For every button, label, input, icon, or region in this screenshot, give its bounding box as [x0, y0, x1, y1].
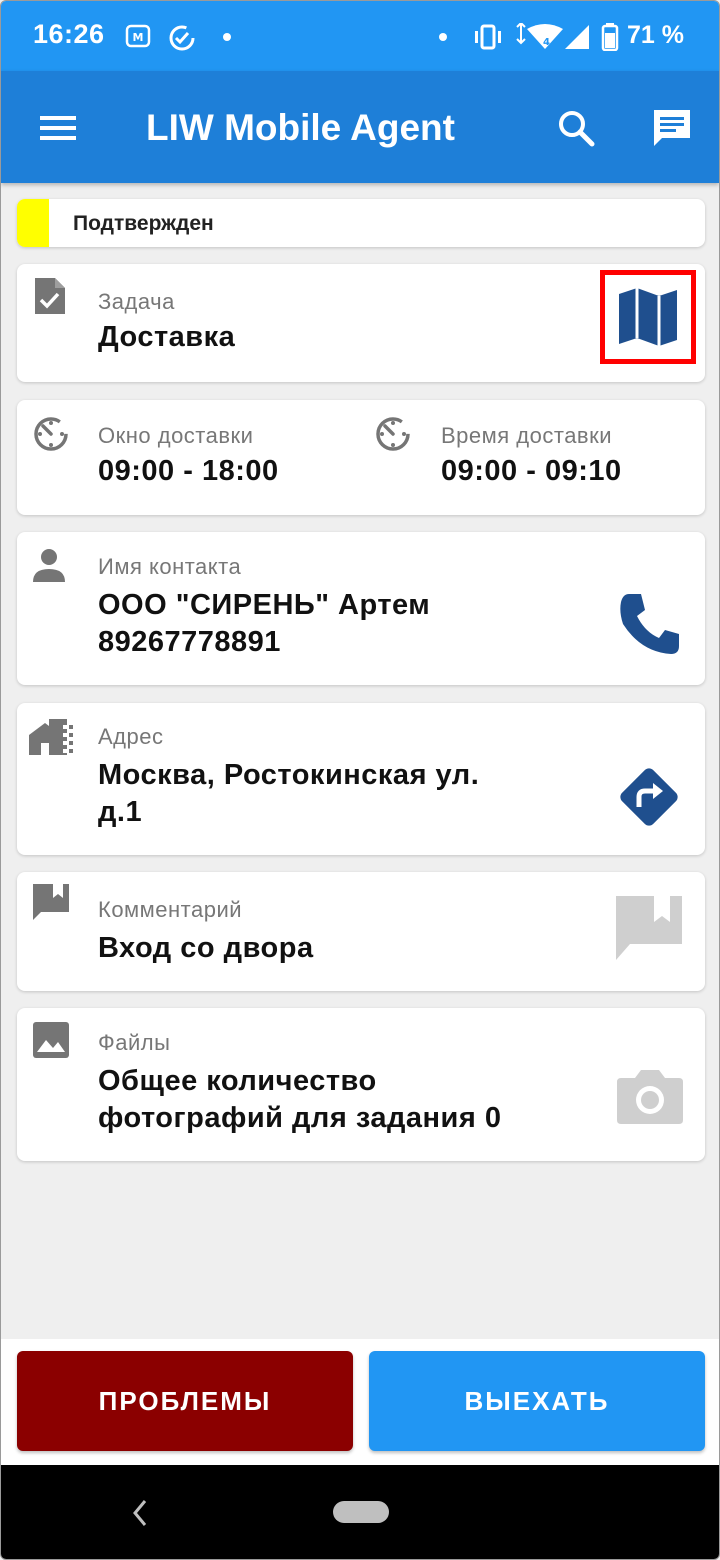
chat-icon: [654, 110, 690, 146]
files-card: Файлы Общее количество фотографий для за…: [17, 1008, 705, 1161]
battery-icon: [601, 23, 619, 51]
timer-icon: [376, 417, 410, 451]
delivery-card: Окно доставки 09:00 - 18:00 Время достав…: [17, 400, 705, 515]
task-card: Задача Доставка: [17, 264, 705, 382]
system-nav-bar: [1, 1465, 719, 1559]
problems-button[interactable]: ПРОБЛЕМЫ: [17, 1351, 353, 1451]
delivery-time-label: Время доставки: [441, 423, 613, 448]
task-label: Задача: [98, 289, 175, 314]
bottom-action-bar: ПРОБЛЕМЫ ВЫЕХАТЬ: [1, 1339, 719, 1465]
phone-screen: 16:26 M 4 71 % LIW Mobile Agent Подтверж…: [0, 0, 720, 1560]
menu-button[interactable]: [35, 105, 81, 151]
directions-icon: [620, 768, 678, 826]
svg-text:4: 4: [543, 37, 550, 48]
camera-icon: [617, 1070, 683, 1124]
contact-card: Имя контакта ООО "СИРЕНЬ" Артем 89267778…: [17, 532, 705, 685]
call-button[interactable]: [609, 584, 689, 664]
comment-value: Вход со двора: [98, 932, 314, 964]
delivery-time-value: 09:00 - 09:10: [441, 455, 622, 487]
comment-card: Комментарий Вход со двора: [17, 872, 705, 991]
contact-label: Имя контакта: [98, 554, 242, 579]
status-color-stripe: [17, 199, 49, 247]
menu-icon: [40, 116, 76, 140]
wifi-icon: 4: [516, 23, 563, 49]
map-icon: [619, 288, 677, 346]
image-icon: [33, 1022, 69, 1058]
search-button[interactable]: [553, 105, 599, 151]
status-time: 16:26: [33, 19, 105, 49]
comment-icon: [33, 884, 69, 920]
delivery-window-value: 09:00 - 18:00: [98, 455, 279, 487]
vibrate-icon: [475, 24, 501, 50]
back-chevron-icon[interactable]: [127, 1493, 151, 1533]
phone-icon: [620, 594, 679, 654]
address-line2: д.1: [98, 796, 143, 828]
edit-comment-button[interactable]: [613, 892, 685, 964]
dot-icon: [223, 33, 231, 41]
app-bar: LIW Mobile Agent: [1, 71, 719, 183]
files-label: Файлы: [98, 1030, 171, 1055]
leave-button[interactable]: ВЫЕХАТЬ: [369, 1351, 705, 1451]
address-label: Адрес: [98, 724, 164, 749]
status-bar: 16:26 M 4 71 %: [1, 1, 719, 71]
timer-icon: [34, 417, 68, 451]
cell-signal-icon: [565, 25, 589, 49]
directions-button[interactable]: [609, 757, 689, 837]
task-doc-icon: [35, 278, 65, 314]
battery-percent: 71 %: [627, 21, 684, 49]
address-card: Адрес Москва, Ростокинская ул. д.1: [17, 703, 705, 855]
check-circle-icon: [169, 25, 195, 51]
camera-button[interactable]: [613, 1064, 687, 1128]
files-line2: фотографий для задания 0: [98, 1102, 502, 1134]
status-badge: Подтвержден: [17, 199, 705, 247]
app-notification-icon: M: [125, 24, 151, 48]
building-icon: [29, 719, 73, 755]
delivery-window-label: Окно доставки: [98, 423, 254, 448]
address-line1: Москва, Ростокинская ул.: [98, 759, 480, 791]
status-label: Подтвержден: [73, 212, 214, 235]
task-value: Доставка: [98, 321, 236, 353]
person-icon: [33, 549, 65, 582]
comment-label: Комментарий: [98, 897, 243, 922]
search-icon: [559, 111, 595, 147]
dot-icon: [439, 33, 447, 41]
map-button[interactable]: [600, 270, 696, 364]
home-pill[interactable]: [333, 1501, 389, 1523]
contact-phone: 89267778891: [98, 626, 281, 658]
svg-text:M: M: [133, 31, 144, 44]
contact-name: ООО "СИРЕНЬ" Артем: [98, 589, 431, 621]
app-title: LIW Mobile Agent: [146, 107, 455, 148]
chat-button[interactable]: [649, 105, 695, 151]
files-line1: Общее количество: [98, 1065, 377, 1097]
comment-icon: [616, 896, 682, 960]
